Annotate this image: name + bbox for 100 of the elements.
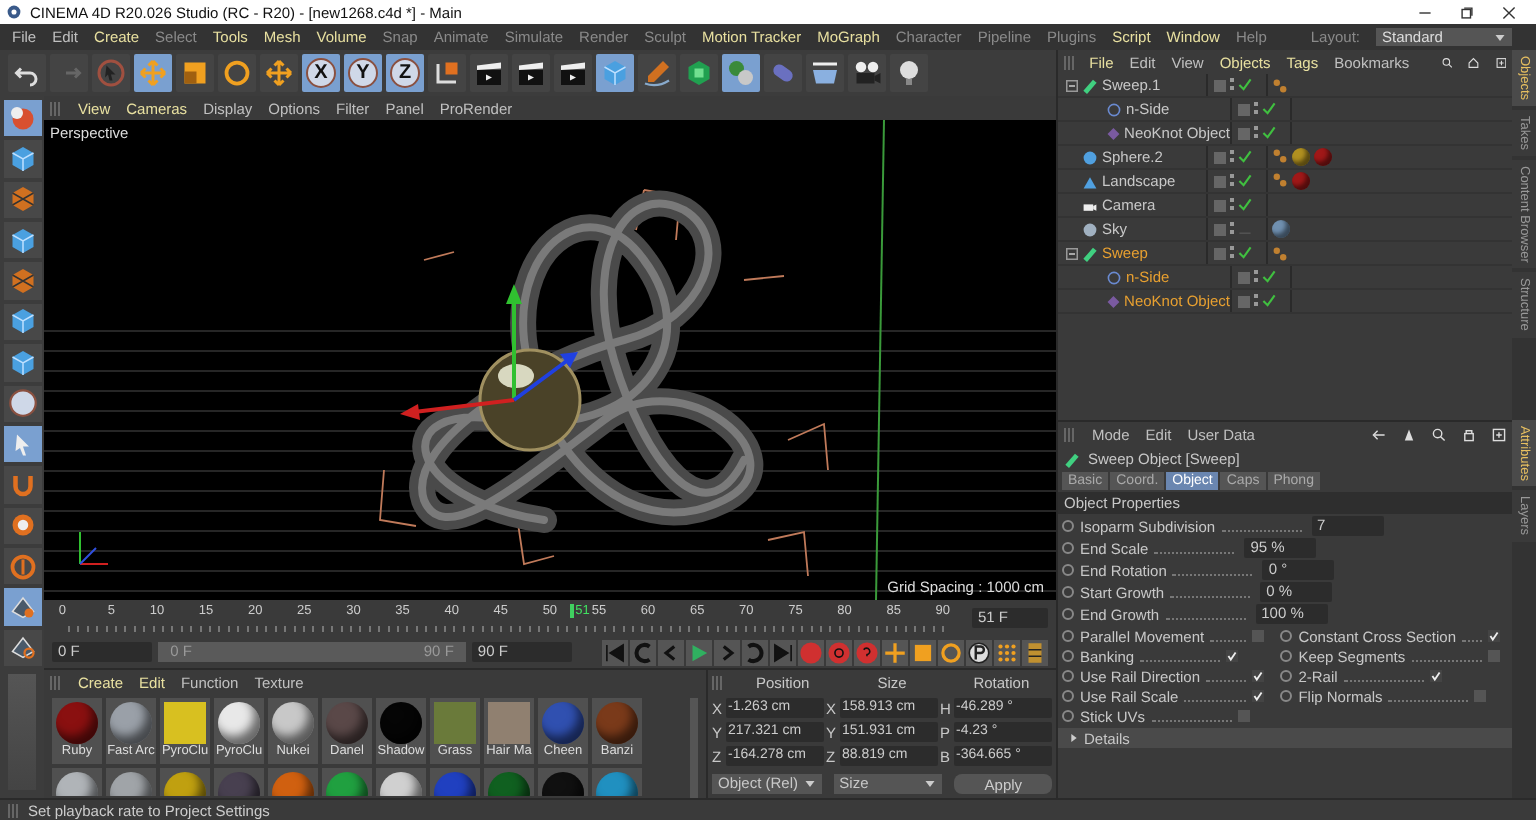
checkmark-icon[interactable] (1238, 246, 1252, 260)
previous-key-icon[interactable] (629, 639, 656, 665)
mode-button[interactable] (3, 140, 41, 178)
toolbar-button[interactable] (8, 54, 46, 92)
go-to-end-icon[interactable] (769, 639, 796, 665)
parameter-key-icon[interactable] (965, 639, 992, 665)
back-arrow-icon[interactable] (1372, 427, 1386, 441)
mode-button[interactable] (3, 425, 41, 463)
checkbox[interactable] (1252, 670, 1265, 682)
key-selection-icon[interactable] (853, 639, 880, 665)
checkmark-icon[interactable] (1262, 126, 1276, 140)
checkbox[interactable] (1226, 650, 1239, 662)
mode-button[interactable] (3, 344, 41, 382)
layer-swatch[interactable] (1214, 199, 1226, 211)
phong-tag-icon[interactable] (1272, 77, 1288, 93)
toolbar-button[interactable] (470, 54, 508, 92)
checkbox[interactable] (1474, 690, 1487, 702)
record-key-icon[interactable] (797, 639, 824, 665)
toolbar-button[interactable] (428, 54, 466, 92)
layer-swatch[interactable] (1214, 175, 1226, 187)
animation-radio[interactable] (1062, 564, 1074, 576)
toolbar-button[interactable] (512, 54, 550, 92)
animation-radio[interactable] (1062, 650, 1074, 662)
animation-radio[interactable] (1280, 690, 1293, 702)
up-arrow-icon[interactable] (1402, 427, 1416, 441)
toolbar-button[interactable] (890, 54, 928, 92)
layer-swatch[interactable] (1214, 79, 1226, 91)
mode-button[interactable] (3, 588, 41, 626)
checkmark-icon[interactable] (1262, 270, 1276, 284)
rotate-key-icon[interactable] (937, 639, 964, 665)
checkbox[interactable] (1429, 670, 1442, 682)
layer-swatch[interactable] (1214, 151, 1226, 163)
phong-tag-icon[interactable] (1272, 172, 1288, 188)
point-level-icon[interactable] (993, 639, 1020, 665)
collapse-toggle-icon[interactable] (1066, 79, 1078, 91)
search-icon[interactable] (1441, 55, 1453, 69)
go-to-start-icon[interactable] (601, 639, 628, 665)
checkbox[interactable] (1252, 690, 1265, 702)
close-icon[interactable] (1502, 5, 1516, 19)
step-back-icon[interactable] (657, 639, 684, 665)
toolbar-button[interactable] (554, 54, 592, 92)
scale-key-icon[interactable] (909, 639, 936, 665)
checkmark-icon[interactable] (1238, 78, 1252, 92)
animation-radio[interactable] (1062, 586, 1074, 598)
animation-radio[interactable] (1062, 670, 1074, 682)
animation-radio[interactable] (1062, 630, 1074, 642)
auto-key-icon[interactable] (825, 639, 852, 665)
material-tag[interactable] (1292, 148, 1310, 166)
search-icon[interactable] (1432, 427, 1446, 441)
animation-radio[interactable] (1062, 608, 1074, 620)
sphere-icon (7, 103, 37, 134)
move-key-icon[interactable] (881, 639, 908, 665)
animation-radio[interactable] (1062, 542, 1074, 554)
animation-radio[interactable] (1280, 650, 1293, 662)
axis-toggle-button[interactable]: Y (344, 54, 382, 92)
layer-swatch[interactable] (1238, 127, 1250, 139)
mode-button[interactable] (3, 100, 41, 137)
layer-swatch[interactable] (1238, 271, 1250, 283)
mode-button[interactable] (3, 222, 41, 259)
animation-radio[interactable] (1062, 520, 1074, 532)
home-icon[interactable] (1468, 55, 1480, 69)
layer-swatch[interactable] (1214, 247, 1226, 259)
axis-toggle-button[interactable]: Z (386, 54, 424, 92)
layer-swatch[interactable] (1238, 103, 1250, 115)
mode-button[interactable] (3, 385, 41, 422)
animation-radio[interactable] (1280, 670, 1293, 682)
sweep-icon (1082, 245, 1098, 261)
play-icon[interactable] (685, 639, 712, 665)
phong-tag-icon[interactable] (1272, 148, 1288, 164)
layer-swatch[interactable] (1214, 223, 1226, 235)
mode-button[interactable] (3, 629, 41, 667)
toolbar-button[interactable] (680, 54, 718, 92)
layer-swatch[interactable] (1238, 295, 1250, 307)
toolbar-button[interactable] (806, 54, 844, 92)
checkbox[interactable] (1488, 630, 1500, 642)
animation-radio[interactable] (1062, 690, 1074, 702)
collapse-toggle-icon[interactable] (1066, 247, 1078, 259)
checkmark-icon[interactable] (1262, 102, 1276, 116)
checkbox[interactable] (1237, 710, 1250, 722)
polygon-spline-icon (1106, 101, 1122, 117)
checkbox[interactable] (1488, 650, 1500, 662)
next-key-icon[interactable] (741, 639, 768, 665)
checkmark-icon[interactable] (1262, 294, 1276, 308)
checkmark-icon[interactable] (1238, 150, 1252, 164)
new-view-icon[interactable] (1495, 55, 1506, 69)
animation-radio[interactable] (1062, 710, 1074, 722)
checkmark-icon[interactable] (1238, 198, 1252, 212)
axis-toggle-button[interactable]: X (302, 54, 340, 92)
restore-icon[interactable] (1460, 5, 1474, 19)
material-tag[interactable] (1272, 220, 1290, 238)
mode-button[interactable] (3, 303, 41, 341)
new-view-icon[interactable] (1492, 427, 1506, 441)
checkbox[interactable] (1252, 630, 1265, 642)
timeline-window-icon[interactable] (1021, 639, 1048, 665)
phong-tag-icon[interactable] (1272, 245, 1288, 261)
animation-radio[interactable] (1280, 630, 1293, 642)
mode-button[interactable] (3, 507, 41, 544)
checkmark-icon[interactable] (1238, 174, 1252, 188)
step-forward-icon[interactable] (713, 639, 740, 665)
toolbar-button[interactable] (848, 54, 886, 92)
